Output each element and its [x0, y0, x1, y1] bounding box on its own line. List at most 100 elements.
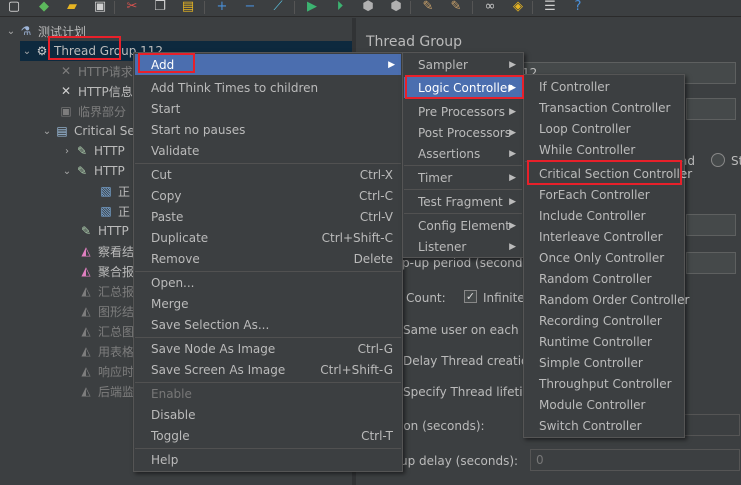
comments-input[interactable] — [686, 98, 736, 120]
panel-title: Thread Group — [366, 34, 463, 50]
menu-item-save-node-image[interactable]: Save Node As Image Ctrl-G — [135, 338, 401, 359]
sampler-pen-icon: ✎ — [80, 224, 92, 238]
menu-item-disable[interactable]: Disable — [135, 404, 401, 425]
menu-item-open[interactable]: Open... — [135, 272, 401, 293]
menu-item-throughput-controller[interactable]: Throughput Controller — [525, 373, 683, 394]
menu-item-post-processors[interactable]: Post Processors ▶ — [404, 122, 522, 143]
start-icon[interactable]: ▶ — [304, 0, 320, 14]
loop-count-label: Count: — [406, 291, 446, 305]
menu-item-save-screen-image[interactable]: Save Screen As Image Ctrl+Shift-G — [135, 359, 401, 380]
save-icon[interactable]: ▣ — [92, 0, 108, 14]
menu-item-timer[interactable]: Timer ▶ — [404, 167, 522, 188]
menu-item-validate[interactable]: Validate — [135, 140, 401, 161]
menu-item-start-no-pauses[interactable]: Start no pauses — [135, 119, 401, 140]
tree-item[interactable]: ▧ 正 — [98, 201, 130, 221]
tree-item[interactable]: ▧ 正 — [98, 181, 130, 201]
chevron-right-icon: ▶ — [509, 106, 516, 117]
chevron-down-icon[interactable]: ⌄ — [20, 46, 34, 57]
rampup-label: p-up period (seconds): — [402, 256, 538, 270]
chevron-right-icon[interactable]: › — [60, 146, 74, 157]
cut-icon[interactable]: ✂ — [124, 0, 140, 14]
new-file-icon[interactable]: ▢ — [6, 0, 22, 14]
menu-item-recording-controller[interactable]: Recording Controller — [525, 310, 683, 331]
tree-item[interactable]: ◭ 聚合报 — [78, 261, 134, 281]
menu-item-listener[interactable]: Listener ▶ — [404, 236, 522, 257]
menu-item-pre-processors[interactable]: Pre Processors ▶ — [404, 101, 522, 122]
tree-item[interactable]: › ✎ HTTP — [60, 141, 125, 161]
tree-item[interactable]: ◭ 后端监 — [78, 381, 134, 401]
menu-item-duplicate[interactable]: Duplicate Ctrl+Shift-C — [135, 227, 401, 248]
listener-chart-icon: ◭ — [81, 264, 91, 278]
copy-icon[interactable]: ❐ — [152, 0, 168, 14]
menu-item-switch-controller[interactable]: Switch Controller — [525, 415, 683, 436]
menu-item-random-controller[interactable]: Random Controller — [525, 268, 683, 289]
tree-item[interactable]: ▣ 临界部分 — [58, 101, 126, 121]
function-helper-icon[interactable]: ☰ — [542, 0, 558, 14]
menu-item-foreach-controller[interactable]: ForEach Controller — [525, 184, 683, 205]
menu-item-add-think-times[interactable]: Add Think Times to children — [135, 77, 401, 98]
menu-item-include-controller[interactable]: Include Controller — [525, 205, 683, 226]
reset-search-icon[interactable]: ◈ — [510, 0, 526, 14]
help-icon[interactable]: ? — [570, 0, 586, 14]
menu-item-module-controller[interactable]: Module Controller — [525, 394, 683, 415]
clear-icon[interactable]: ✎ — [420, 0, 436, 14]
tree-item[interactable]: ◭ 察看结 — [78, 241, 134, 261]
threads-input[interactable] — [686, 214, 736, 236]
menu-item-toggle[interactable]: Toggle Ctrl-T — [135, 425, 401, 446]
paste-icon[interactable]: ▤ — [180, 0, 196, 14]
menu-item-assertions[interactable]: Assertions ▶ — [404, 143, 522, 164]
menu-item-sampler[interactable]: Sampler ▶ — [404, 54, 522, 75]
menu-item-remove[interactable]: Remove Delete — [135, 248, 401, 269]
tree-item[interactable]: ✕ HTTP请求 — [58, 61, 133, 81]
menu-item-copy[interactable]: Copy Ctrl-C — [135, 185, 401, 206]
toggle-icon[interactable]: ⟋ — [270, 0, 286, 14]
menu-item-transaction-controller[interactable]: Transaction Controller — [525, 97, 683, 118]
chevron-down-icon[interactable]: ⌄ — [60, 166, 74, 177]
tree-item[interactable]: ◭ 汇总图 — [78, 321, 134, 341]
tree-item[interactable]: ✎ HTTP — [78, 221, 129, 241]
tree-item[interactable]: ◭ 响应时 — [78, 361, 134, 381]
chevron-down-icon[interactable]: ⌄ — [40, 126, 54, 137]
tree-item[interactable]: ⌄ ✎ HTTP — [60, 161, 125, 181]
menu-item-if-controller[interactable]: If Controller — [525, 76, 683, 97]
stop-icon[interactable]: ⬢ — [360, 0, 376, 14]
menu-item-random-order-controller[interactable]: Random Order Controller — [525, 289, 689, 310]
clear-all-icon[interactable]: ✎ — [448, 0, 464, 14]
tree-item[interactable]: ⌄ ▤ Critical Se — [40, 121, 135, 141]
menu-item-help[interactable]: Help — [135, 449, 401, 470]
menu-item-loop-controller[interactable]: Loop Controller — [525, 118, 683, 139]
chevron-right-icon: ▶ — [509, 196, 516, 207]
menu-item-test-fragment[interactable]: Test Fragment ▶ — [404, 191, 522, 212]
radio-button[interactable] — [711, 153, 725, 167]
menu-item-config-element[interactable]: Config Element ▶ — [404, 215, 522, 236]
startup-delay-input[interactable]: 0 — [530, 449, 740, 471]
menu-item-paste[interactable]: Paste Ctrl-V — [135, 206, 401, 227]
menu-item-save-selection[interactable]: Save Selection As... — [135, 314, 401, 335]
wrench-icon: ✕ — [60, 64, 72, 78]
tree-item[interactable]: ✕ HTTP信息 — [58, 81, 133, 101]
menu-item-once-only-controller[interactable]: Once Only Controller — [525, 247, 683, 268]
chevron-right-icon: ▶ — [509, 148, 516, 159]
chevron-right-icon: ▶ — [509, 172, 516, 183]
open-folder-icon[interactable]: ▰ — [64, 0, 80, 14]
shutdown-icon[interactable]: ⬢ — [388, 0, 404, 14]
expand-icon[interactable]: + — [214, 0, 230, 14]
tree-item[interactable]: ◭ 用表格 — [78, 341, 134, 361]
start-no-pause-icon[interactable]: ⏵ — [332, 0, 348, 14]
tree-item[interactable]: ◭ 图形结 — [78, 301, 134, 321]
rampup-input[interactable] — [686, 252, 736, 274]
menu-item-start[interactable]: Start — [135, 98, 401, 119]
delay-thread-label: Delay Thread creation — [403, 354, 536, 368]
menu-item-runtime-controller[interactable]: Runtime Controller — [525, 331, 683, 352]
menu-item-simple-controller[interactable]: Simple Controller — [525, 352, 683, 373]
open-template-icon[interactable]: ◆ — [36, 0, 52, 14]
tree-item[interactable]: ◭ 汇总报 — [78, 281, 134, 301]
collapse-icon[interactable]: − — [242, 0, 258, 14]
menu-item-cut[interactable]: Cut Ctrl-X — [135, 164, 401, 185]
chevron-down-icon[interactable]: ⌄ — [4, 26, 18, 37]
search-icon[interactable]: ∞ — [482, 0, 498, 14]
menu-item-while-controller[interactable]: While Controller — [525, 139, 683, 160]
menu-item-interleave-controller[interactable]: Interleave Controller — [525, 226, 683, 247]
infinite-checkbox[interactable]: ✓ — [464, 290, 477, 303]
menu-item-merge[interactable]: Merge — [135, 293, 401, 314]
